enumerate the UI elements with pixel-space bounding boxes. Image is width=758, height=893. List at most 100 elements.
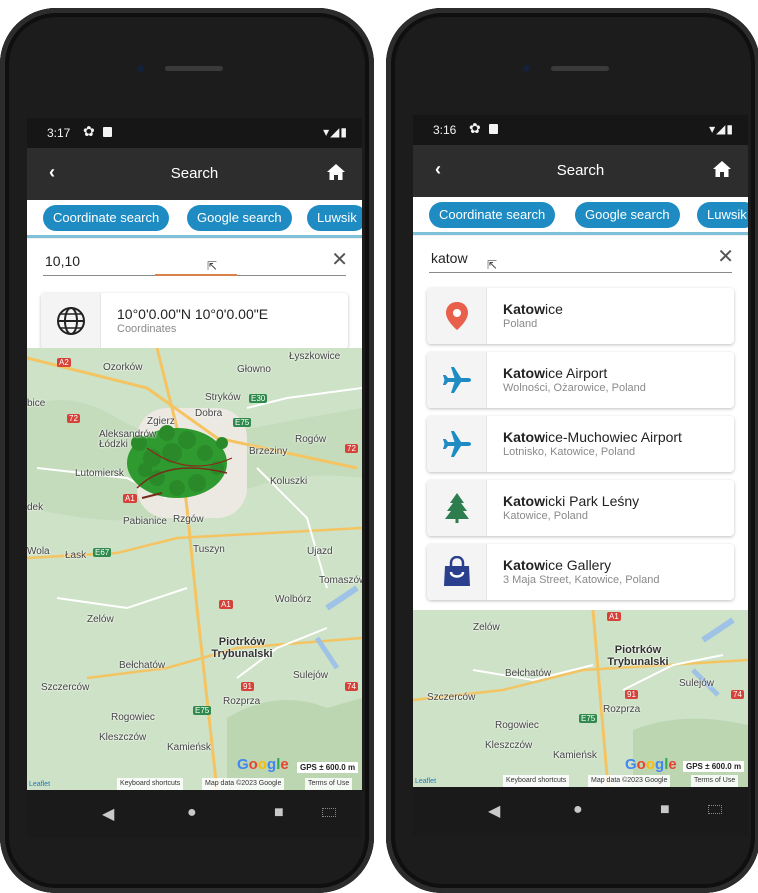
map-label: Sulejów xyxy=(679,678,715,689)
signal-icon: ▾◢▮ xyxy=(709,122,734,136)
road-shield: E75 xyxy=(233,418,252,427)
page-title: Search xyxy=(556,162,605,179)
nav-home-button[interactable]: ● xyxy=(187,804,197,822)
search-input[interactable]: katow xyxy=(431,250,468,266)
status-time: 3:16 xyxy=(433,123,457,137)
close-icon[interactable]: ✕ xyxy=(717,244,734,269)
nav-recents-button[interactable]: ■ xyxy=(660,801,670,819)
map-label: Wolbórz xyxy=(275,594,312,605)
map-label: Stryków xyxy=(205,392,241,403)
map-label: Kamieńsk xyxy=(553,750,597,761)
result-title: Katowicki Park Leśny xyxy=(503,493,640,509)
road-shield: 91 xyxy=(241,682,254,691)
map-data-attribution: Map data ©2023 Google xyxy=(588,775,671,787)
result-subtitle: Coordinates xyxy=(117,323,177,335)
app-bar: ‹ Search xyxy=(27,148,362,200)
nav-recents-button[interactable]: ■ xyxy=(274,804,284,822)
result-title: 10°0'0.00"N 10°0'0.00"E xyxy=(117,306,269,322)
map-label: Tuszyn xyxy=(193,544,225,555)
google-logo: Google xyxy=(625,756,677,773)
result-icon-box xyxy=(427,480,487,536)
map-label: Wola xyxy=(27,546,50,557)
input-focus-indicator xyxy=(155,274,237,276)
tab-luwsik[interactable]: Luwsik xyxy=(697,202,748,228)
map-label: Ujazd xyxy=(307,546,333,557)
search-input[interactable]: 10,10 xyxy=(45,253,80,269)
keyboard-icon[interactable] xyxy=(322,808,336,817)
map-label: Kleszczów xyxy=(485,740,533,751)
map-label: Głowno xyxy=(237,364,271,375)
tab-google-search[interactable]: Google search xyxy=(187,205,292,231)
result-icon-box xyxy=(427,544,487,600)
map-label: Rozprza xyxy=(223,696,261,707)
road-shield: A1 xyxy=(607,612,621,621)
map-label: Dobra xyxy=(195,408,223,419)
airplane-icon xyxy=(443,367,471,393)
map-label: Zelów xyxy=(87,614,114,625)
map-label: Łyszkowice xyxy=(289,351,341,362)
result-icon-box xyxy=(427,352,487,408)
tab-coordinate-search[interactable]: Coordinate search xyxy=(429,202,556,228)
leaflet-attribution[interactable]: Leaflet xyxy=(415,778,436,785)
place-result[interactable]: Katowice Gallery 3 Maja Street, Katowice… xyxy=(427,544,734,600)
map-view[interactable]: A1 Zelów Piotrków Trybunalski Bełchatów … xyxy=(413,610,748,787)
place-result[interactable]: Katowice Airport Wolności, Ożarowice, Po… xyxy=(427,352,734,408)
close-icon[interactable]: ✕ xyxy=(331,247,348,272)
result-icon-box xyxy=(427,288,487,344)
google-logo: Google xyxy=(237,756,289,773)
coordinate-result[interactable]: 10°0'0.00"N 10°0'0.00"E Coordinates xyxy=(41,293,348,349)
map-label: Zelów xyxy=(473,622,500,633)
screen-left: 3:17 ✿ ▾◢▮ ‹ Search Coordinate search Go… xyxy=(27,118,362,838)
shopping-bag-icon xyxy=(444,556,470,586)
phone-right: 3:16 ✿ ▾◢▮ ‹ Search Coordinate search Go… xyxy=(386,8,758,893)
system-nav-bar: ◀ ● ■ xyxy=(413,787,748,835)
place-result[interactable]: Katowice Poland xyxy=(427,288,734,344)
page-title: Search xyxy=(170,165,219,182)
map-label: Rogowiec xyxy=(495,720,539,731)
map-view[interactable]: A2 Ozorków Głowno Łyszkowice Stryków E30… xyxy=(27,348,362,790)
map-label: Piotrków Trybunalski xyxy=(607,644,669,668)
gear-icon: ✿ xyxy=(83,123,95,139)
place-result[interactable]: Katowice-Muchowiec Airport Lotnisko, Kat… xyxy=(427,416,734,472)
result-title: Katowice Airport xyxy=(503,365,608,381)
map-label: Piotrków Trybunalski xyxy=(211,636,273,660)
home-icon[interactable] xyxy=(712,159,732,179)
search-field[interactable]: 10,10 ✕ ⇱ xyxy=(27,239,362,283)
result-title: Katowice-Muchowiec Airport xyxy=(503,429,682,445)
tab-google-search[interactable]: Google search xyxy=(575,202,680,228)
result-subtitle: 3 Maja Street, Katowice, Poland xyxy=(503,574,660,586)
gear-icon: ✿ xyxy=(469,120,481,136)
results-list: 10°0'0.00"N 10°0'0.00"E Coordinates xyxy=(27,283,362,349)
keyboard-shortcuts-link[interactable]: Keyboard shortcuts xyxy=(117,778,184,790)
map-label: Szczerców xyxy=(41,682,90,693)
screen-right: 3:16 ✿ ▾◢▮ ‹ Search Coordinate search Go… xyxy=(413,115,748,835)
search-field[interactable]: katow ✕ ⇱ xyxy=(413,236,748,280)
front-camera xyxy=(137,65,144,72)
app-bar: ‹ Search xyxy=(413,145,748,197)
place-result[interactable]: Katowicki Park Leśny Katowice, Poland xyxy=(427,480,734,536)
airplane-icon xyxy=(443,431,471,457)
leaflet-attribution[interactable]: Leaflet xyxy=(29,781,50,788)
map-label: Zgierz xyxy=(147,416,175,427)
map-label: Brzeziny xyxy=(249,446,288,457)
map-label: Rogowiec xyxy=(111,712,155,723)
home-icon[interactable] xyxy=(326,162,346,182)
tab-luwsik[interactable]: Luwsik xyxy=(307,205,362,231)
terms-of-use-link[interactable]: Terms of Use xyxy=(691,775,739,787)
map-label: Pabianice xyxy=(123,516,167,527)
map-label: Koluszki xyxy=(270,476,308,487)
road-shield: 91 xyxy=(625,690,638,699)
terms-of-use-link[interactable]: Terms of Use xyxy=(305,778,353,790)
nav-home-button[interactable]: ● xyxy=(573,801,583,819)
keyboard-shortcuts-link[interactable]: Keyboard shortcuts xyxy=(503,775,570,787)
gps-accuracy: GPS ± 600.0 m xyxy=(297,762,359,773)
tab-coordinate-search[interactable]: Coordinate search xyxy=(43,205,170,231)
map-label: Sulejów xyxy=(293,670,329,681)
road-shield: 74 xyxy=(345,682,358,691)
keyboard-icon[interactable] xyxy=(708,805,722,814)
map-label: Bełchatów xyxy=(119,660,166,671)
map-label: Łask xyxy=(65,550,87,561)
sd-card-icon xyxy=(103,127,112,137)
nav-back-button[interactable]: ◀ xyxy=(488,801,500,821)
nav-back-button[interactable]: ◀ xyxy=(102,804,114,824)
